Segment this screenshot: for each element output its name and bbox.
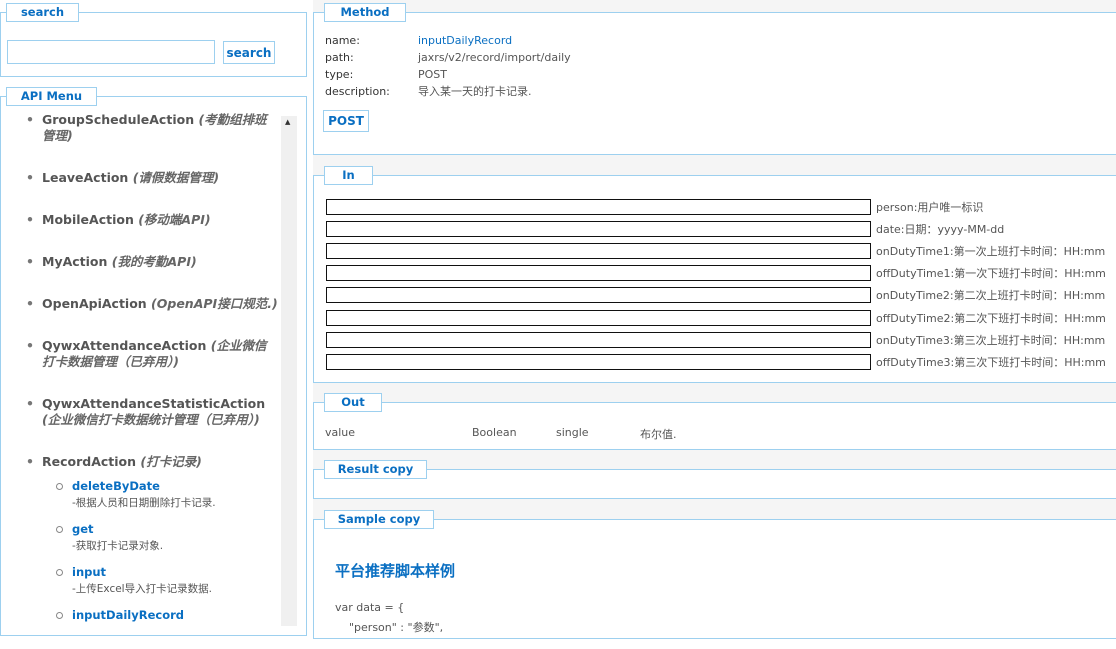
param-offduty3-input[interactable]: [326, 354, 871, 370]
param-onduty1-input[interactable]: [326, 243, 871, 259]
sample-copy-legend[interactable]: Sample copy: [324, 510, 434, 529]
out-mode: single: [556, 426, 589, 439]
menu-item-qywx-statistic[interactable]: QywxAttendanceStatisticAction (企业微信打卡数据统…: [26, 396, 278, 428]
menu-item-mobile[interactable]: MobileAction (移动端API): [26, 212, 278, 228]
right-panel: Method name: inputDailyRecord path: jaxrs/…: [313, 0, 1116, 639]
post-button[interactable]: POST: [323, 110, 369, 132]
param-row: offDutyTime1:第一次下班打卡时间：HH:mm: [326, 265, 1106, 281]
result-fieldset: [313, 469, 1116, 499]
api-menu-legend: API Menu: [6, 87, 97, 106]
param-row: onDutyTime1:第一次上班打卡时间：HH:mm: [326, 243, 1105, 259]
menu-scrollbar[interactable]: [281, 116, 297, 626]
sample-code-line: "person" : "参数",: [335, 621, 444, 634]
param-date-input[interactable]: [326, 221, 871, 237]
param-row: offDutyTime2:第二次下班打卡时间：HH:mm: [326, 310, 1106, 326]
out-legend: Out: [324, 393, 382, 412]
menu-item-record[interactable]: RecordAction (打卡记录) deleteByDate-根据人员和日期…: [26, 454, 278, 623]
sub-item-link[interactable]: deleteByDate: [72, 478, 278, 494]
param-row: offDutyTime3:第三次下班打卡时间：HH:mm: [326, 354, 1106, 370]
sub-item[interactable]: get -获取打卡记录对象.: [56, 521, 278, 554]
param-onduty2-input[interactable]: [326, 287, 871, 303]
param-row: onDutyTime3:第三次上班打卡时间：HH:mm: [326, 332, 1105, 348]
in-legend: In: [324, 166, 373, 185]
param-row: person:用户唯一标识: [326, 199, 983, 215]
sub-item[interactable]: input -上传Excel导入打卡记录数据.: [56, 564, 278, 597]
out-fieldset: [313, 402, 1116, 450]
param-row: date:日期：yyyy-MM-dd: [326, 221, 1004, 237]
out-name: value: [325, 426, 356, 439]
menu-item-groupschedule[interactable]: GroupScheduleAction (考勤组排班管理): [26, 112, 278, 144]
menu-item-qywx-attendance[interactable]: QywxAttendanceAction (企业微信打卡数据管理（已弃用）): [26, 338, 278, 370]
out-desc: 布尔值.: [640, 428, 677, 441]
method-legend: Method: [324, 3, 406, 22]
sub-item-link[interactable]: inputDailyRecord: [72, 607, 278, 623]
result-copy-legend[interactable]: Result copy: [324, 460, 427, 479]
param-offduty1-input[interactable]: [326, 265, 871, 281]
sub-item-link[interactable]: get: [72, 521, 278, 537]
search-button[interactable]: search: [223, 41, 275, 64]
api-menu: GroupScheduleAction (考勤组排班管理) LeaveActio…: [26, 112, 278, 649]
param-offduty2-input[interactable]: [326, 310, 871, 326]
out-type: Boolean: [472, 426, 517, 439]
sub-item[interactable]: inputDailyRecord: [56, 607, 278, 623]
sample-title: 平台推荐脚本样例: [335, 562, 456, 580]
param-row: onDutyTime2:第二次上班打卡时间：HH:mm: [326, 287, 1105, 303]
sub-item-link[interactable]: input: [72, 564, 278, 580]
search-input[interactable]: [7, 40, 215, 64]
param-onduty3-input[interactable]: [326, 332, 871, 348]
menu-item-leave[interactable]: LeaveAction (请假数据管理): [26, 170, 278, 186]
method-info: name: inputDailyRecord path: jaxrs/v2/reco…: [325, 34, 571, 98]
search-legend: search: [6, 3, 79, 22]
sub-item[interactable]: deleteByDate -根据人员和日期删除打卡记录.: [56, 478, 278, 511]
menu-item-openapi[interactable]: OpenApiAction (OpenAPI接口规范.): [26, 296, 278, 312]
menu-item-my[interactable]: MyAction (我的考勤API): [26, 254, 278, 270]
left-panel: search search API Menu GroupScheduleActi…: [0, 0, 308, 636]
sample-code-line: var data = {: [335, 601, 405, 614]
param-person-input[interactable]: [326, 199, 871, 215]
